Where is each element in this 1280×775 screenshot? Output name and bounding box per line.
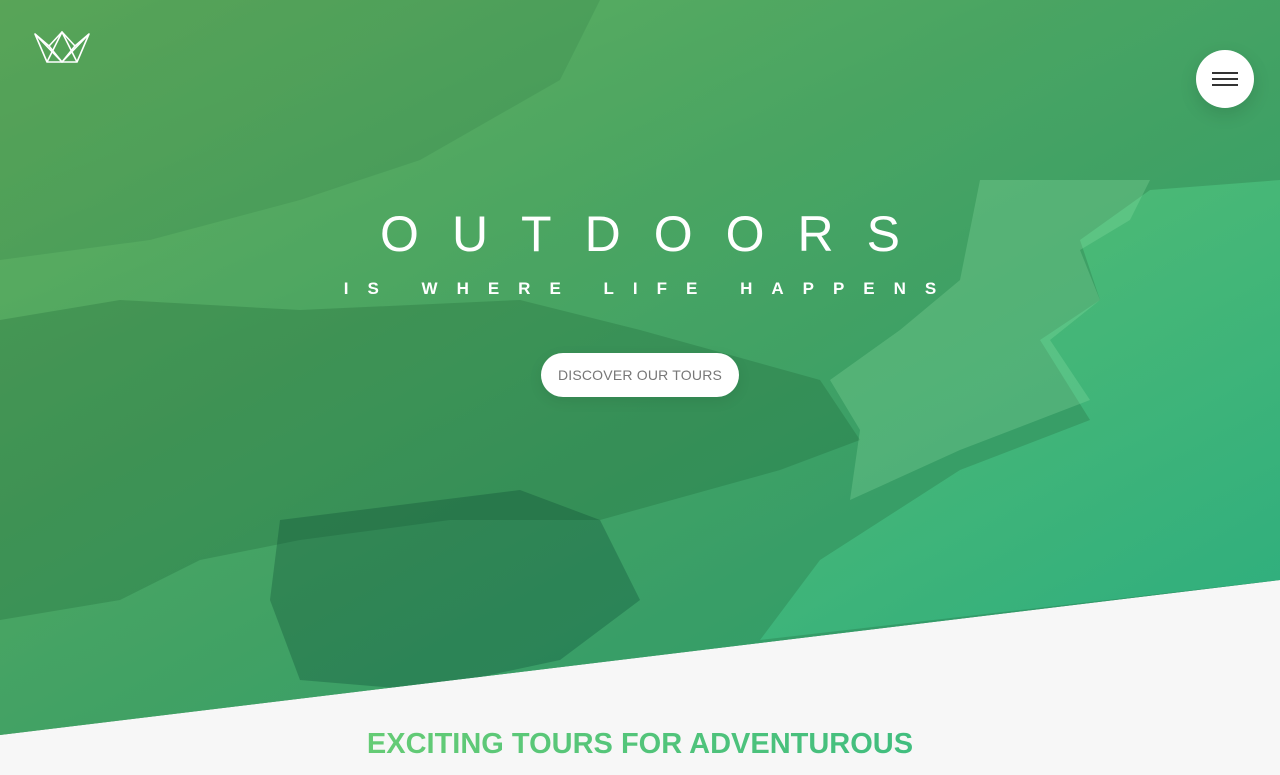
landing-page: OUTDOORS IS WHERE LIFE HAPPENS DISCOVER … [0,0,1280,775]
menu-bar-middle [1212,78,1238,80]
hero-subtitle: IS WHERE LIFE HAPPENS [343,279,956,298]
discover-tours-button[interactable]: DISCOVER OUR TOURS [541,353,739,397]
section-heading: EXCITING TOURS FOR ADVENTUROUS [0,724,1280,764]
hero-section: OUTDOORS IS WHERE LIFE HAPPENS DISCOVER … [0,0,1280,735]
menu-bar-top [1212,72,1238,74]
menu-bar-bottom [1212,84,1238,86]
hero-title: OUTDOORS [380,206,933,262]
hamburger-menu-icon[interactable] [1196,50,1254,108]
crown-logo-icon[interactable] [33,30,91,64]
